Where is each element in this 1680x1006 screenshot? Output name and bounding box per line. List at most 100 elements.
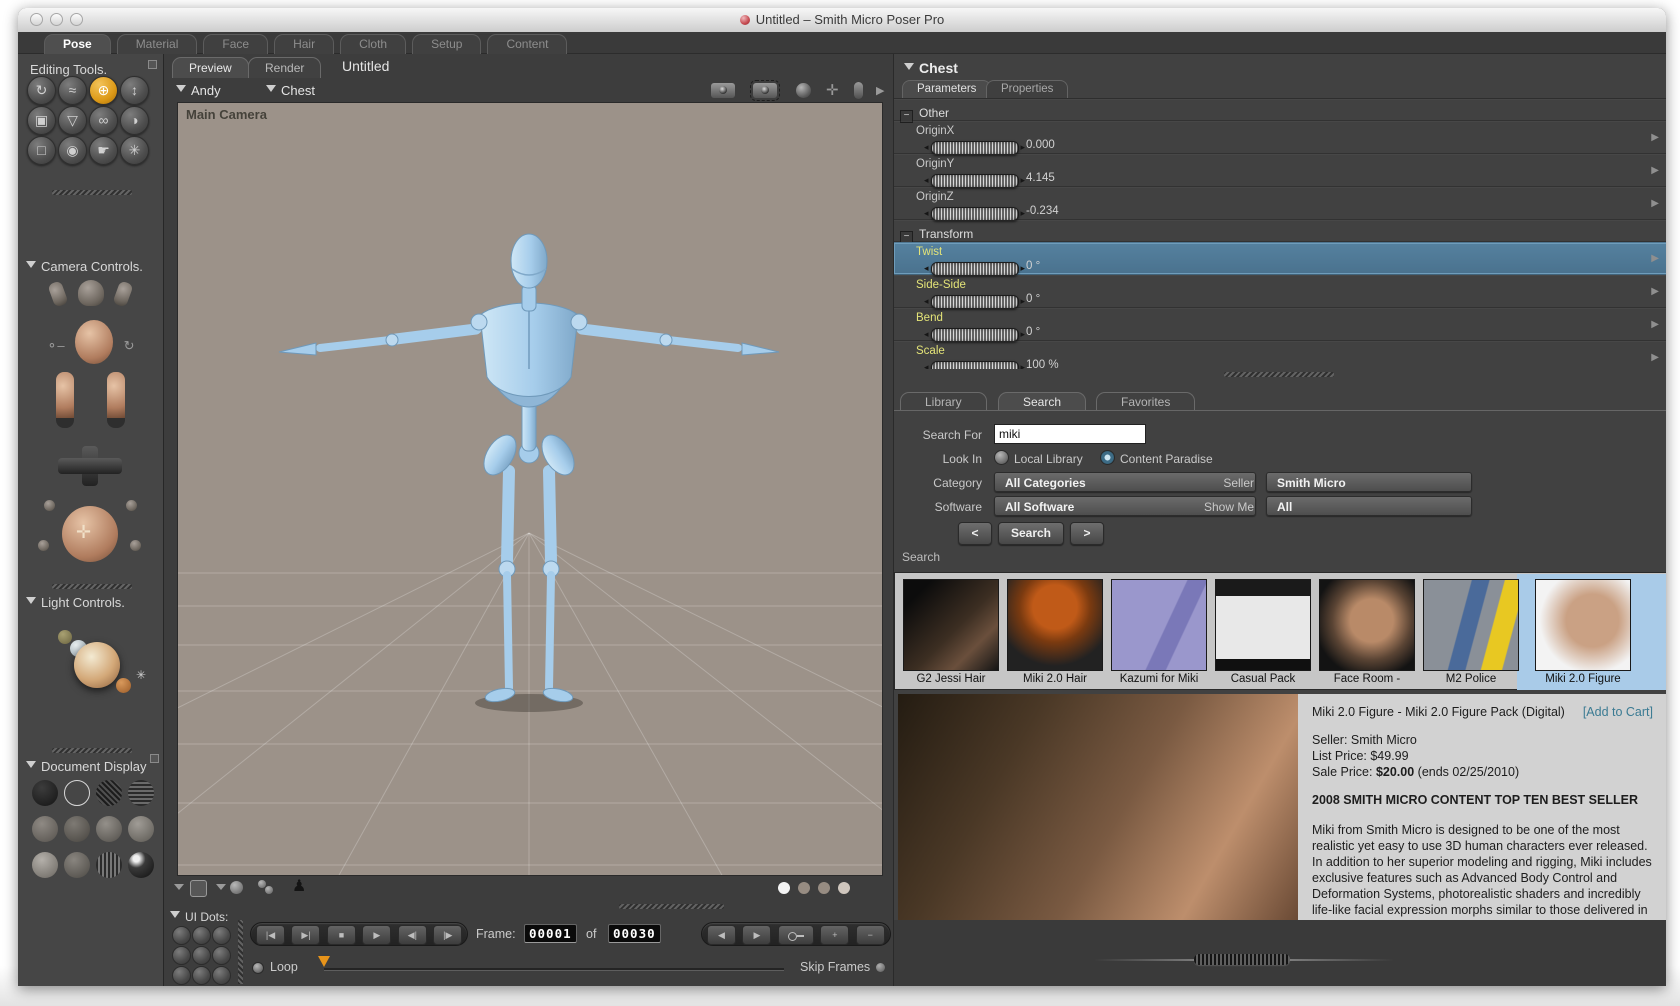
ui-dot-button[interactable] [172,926,191,945]
panel-splitter[interactable] [52,748,132,753]
translate-pull-tool-icon[interactable]: ⊕ [89,76,118,105]
originz-dial[interactable]: ◂ ▸ [922,205,1027,221]
first-frame-button[interactable]: |◀ [256,925,285,945]
show-me-dropdown[interactable]: All [1266,496,1472,516]
timeline-slider-track[interactable] [324,968,784,971]
originx-dial[interactable]: ◂ ▸ [922,139,1027,155]
panel-collapse-box[interactable] [148,60,157,69]
ui-dot-button[interactable] [212,966,231,985]
next-keyframe-button[interactable]: ▶ [742,925,772,945]
content-paradise-label[interactable]: Content Paradise [1120,452,1213,466]
multi-ball-style-icon[interactable] [265,886,273,894]
tab-setup[interactable]: Setup [412,34,482,54]
translate-in-out-tool-icon[interactable]: ↕ [120,76,149,105]
light-ball-icon[interactable] [74,642,120,688]
current-frame-counter[interactable]: 00001 [524,924,577,943]
last-frame-button[interactable]: ▶| [291,925,321,945]
originy-dial[interactable]: ◂ ▸ [922,172,1027,188]
display-flat-lined-icon[interactable] [96,816,122,842]
result-thumb-face-room[interactable]: Face Room - [1319,579,1415,685]
search-input[interactable] [994,424,1146,444]
trackball-dot-icon[interactable] [126,500,137,511]
stop-button[interactable]: ■ [326,925,356,945]
param-menu-arrow-icon[interactable]: ▶ [1651,165,1659,176]
rotate-tool-icon[interactable]: ↻ [27,76,56,105]
tab-material[interactable]: Material [116,34,198,54]
tab-content[interactable]: Content [487,34,568,54]
trackball-dot-icon[interactable] [38,540,49,551]
collapse-triangle-icon[interactable] [26,261,36,273]
group-header-other[interactable]: − Other [894,99,1666,123]
next-page-button[interactable]: > [1070,522,1104,545]
tab-render[interactable]: Render [248,57,322,78]
view-magnifier-tool-icon[interactable]: ◉ [58,136,87,165]
state-dot-icon[interactable] [798,882,810,894]
param-menu-arrow-icon[interactable]: ▶ [1651,286,1659,297]
result-thumb-casual-pack[interactable]: Casual Pack [1215,579,1311,685]
tab-cloth[interactable]: Cloth [340,34,407,54]
play-button[interactable]: ▶ [362,925,392,945]
prev-page-button[interactable]: < [958,522,992,545]
timeline-slider-marker[interactable] [318,956,330,973]
ui-dot-button[interactable] [172,946,191,965]
tab-parameters[interactable]: Parameters [902,80,992,98]
selected-part-header[interactable]: Chest [904,60,958,78]
param-menu-arrow-icon[interactable]: ▶ [1651,132,1659,143]
loop-radio[interactable] [252,962,264,974]
result-thumb-g2-jessi-hair[interactable]: G2 Jessi Hair [903,579,999,685]
ui-dot-button[interactable] [192,946,211,965]
actor-menu[interactable]: Andy [176,82,221,100]
trackball-dot-icon[interactable] [44,500,55,511]
face-camera-select-icon[interactable] [711,83,735,98]
local-library-label[interactable]: Local Library [1014,452,1083,466]
seller-dropdown[interactable]: Smith Micro [1266,472,1472,492]
style-select-triangle-icon[interactable] [216,884,226,895]
tab-search[interactable]: Search [998,392,1087,411]
ui-dot-button[interactable] [192,966,211,985]
ui-dot-button[interactable] [192,926,211,945]
light-indicator-icon[interactable] [796,83,811,98]
left-hand-camera-icon[interactable] [47,280,69,308]
flyaround-camera-icon[interactable] [77,280,104,306]
tab-favorites[interactable]: Favorites [1096,392,1196,411]
side-side-dial[interactable]: ◂ ▸ [922,293,1027,309]
key-light-icon[interactable]: ⚬– [47,338,65,354]
scale-tool-icon[interactable]: ▣ [27,106,56,135]
display-cartoon-icon[interactable] [128,816,154,842]
param-menu-arrow-icon[interactable]: ▶ [1651,198,1659,209]
delete-keyframe-button[interactable]: − [855,925,885,945]
collapse-triangle-icon[interactable] [26,761,36,773]
display-hidden-line-icon[interactable] [128,780,154,806]
param-menu-arrow-icon[interactable]: ▶ [1651,319,1659,330]
display-style-box-icon[interactable] [190,880,207,897]
display-silhouette-icon[interactable] [32,780,58,806]
result-thumb-m2-police[interactable]: M2 Police [1423,579,1519,685]
display-outline-icon[interactable] [64,780,90,806]
total-frames-counter[interactable]: 00030 [608,924,661,943]
search-button[interactable]: Search [998,522,1064,545]
scale-dial[interactable]: ◂ ▸ [922,359,1027,369]
param-row-twist[interactable]: Twist ◂ ▸ 0 ° ▶ [894,242,1666,276]
ui-dot-button[interactable] [172,966,191,985]
depth-cue-icon[interactable]: ✛ [826,81,839,99]
tracking-pill-icon[interactable] [854,82,863,99]
display-shadowed-icon[interactable] [128,852,154,878]
add-to-cart-link[interactable]: [Add to Cart] [1583,704,1653,720]
tab-properties[interactable]: Properties [986,80,1069,98]
display-flat-shaded-icon[interactable] [64,816,90,842]
direct-manipulation-tool-icon[interactable]: ✳ [120,136,149,165]
horizontal-scroll-grip[interactable] [1194,954,1290,965]
add-keyframe-button[interactable]: + [820,925,850,945]
camera-select-triangle-icon[interactable] [174,884,184,895]
result-thumb-miki-2-figure[interactable]: Miki 2.0 Figure [1535,579,1631,685]
prev-keyframe-button[interactable]: ◀ [707,925,736,945]
left-hand-cam-icon[interactable] [56,372,75,428]
panel-splitter[interactable] [52,584,132,589]
panel-splitter[interactable] [52,190,132,195]
twist-tool-icon[interactable]: ≈ [58,76,87,105]
state-dot-icon[interactable] [778,882,790,894]
chain-break-tool-icon[interactable]: ∞ [89,106,118,135]
color-tool-icon[interactable]: ◑ [120,106,149,135]
figure-silhouette-icon[interactable]: ♟ [292,876,306,896]
collapse-triangle-icon[interactable] [26,597,36,609]
